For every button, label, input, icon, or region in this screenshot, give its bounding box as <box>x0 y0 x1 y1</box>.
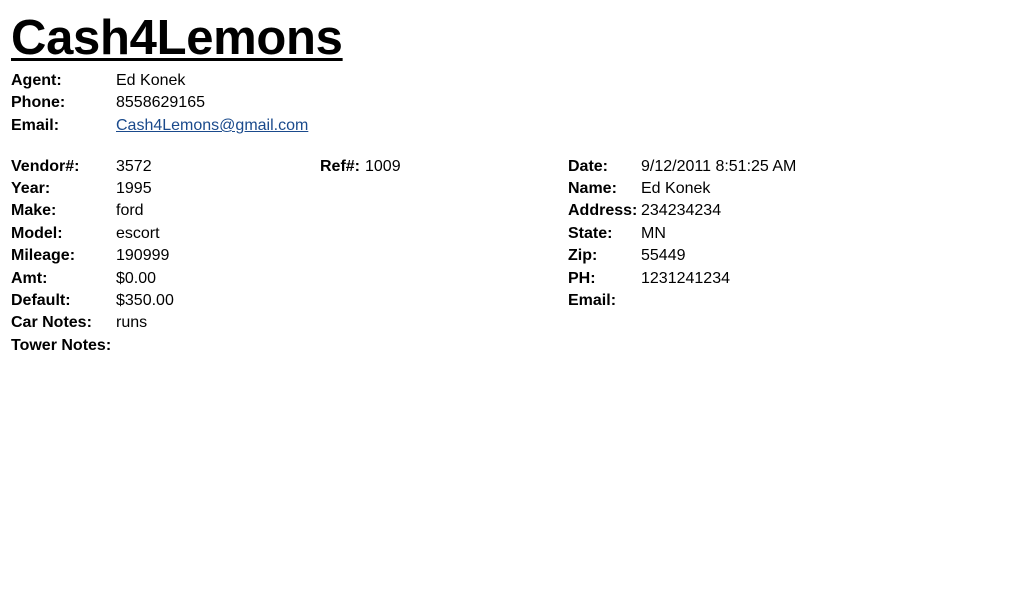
ref-value: 1009 <box>365 158 401 175</box>
address-row: Address: 234234234 <box>568 200 988 222</box>
default-row: Default: $350.00 <box>11 290 311 312</box>
mileage-label: Mileage: <box>11 247 76 264</box>
zip-row: Zip: 55449 <box>568 245 988 267</box>
state-label: State: <box>568 225 613 242</box>
customer-email-row: Email: <box>568 290 988 312</box>
vendor-label: Vendor#: <box>11 158 80 175</box>
ph-label: PH: <box>568 270 596 287</box>
model-row: Model: escort <box>11 223 311 245</box>
amt-label: Amt: <box>11 270 48 287</box>
email-link[interactable]: Cash4Lemons@gmail.com <box>116 115 308 137</box>
ph-value: 1231241234 <box>641 270 730 287</box>
model-value: escort <box>116 225 160 242</box>
ref-row: Ref#: 1009 <box>320 156 520 178</box>
make-row: Make: ford <box>11 200 311 222</box>
car-notes-row: Car Notes: runs <box>11 312 311 334</box>
date-row: Date: 9/12/2011 8:51:25 AM <box>568 156 988 178</box>
state-row: State: MN <box>568 223 988 245</box>
agent-row: Agent: Ed Konek <box>11 70 411 92</box>
default-label: Default: <box>11 292 71 309</box>
amt-row: Amt: $0.00 <box>11 268 311 290</box>
year-label: Year: <box>11 180 51 197</box>
tower-notes-label: Tower Notes: <box>11 337 112 354</box>
ref-label: Ref#: <box>320 158 361 175</box>
address-value: 234234234 <box>641 202 722 219</box>
year-value: 1995 <box>116 180 152 197</box>
customer-email-label: Email: <box>568 292 617 309</box>
phone-row: Phone: 8558629165 <box>11 92 411 114</box>
model-label: Model: <box>11 225 63 242</box>
state-value: MN <box>641 225 666 242</box>
default-value: $350.00 <box>116 292 174 309</box>
car-notes-label: Car Notes: <box>11 314 92 331</box>
name-label: Name: <box>568 180 617 197</box>
year-row: Year: 1995 <box>11 178 311 200</box>
agent-label: Agent: <box>11 72 62 89</box>
ph-row: PH: 1231241234 <box>568 268 988 290</box>
vendor-row: Vendor#: 3572 <box>11 156 311 178</box>
phone-value: 8558629165 <box>116 94 205 111</box>
phone-label: Phone: <box>11 94 66 111</box>
mileage-value: 190999 <box>116 247 170 264</box>
vendor-value: 3572 <box>116 158 152 175</box>
name-value: Ed Konek <box>641 180 711 197</box>
document-page: Cash4Lemons Agent: Ed Konek Phone: 85586… <box>0 0 1024 600</box>
name-row: Name: Ed Konek <box>568 178 988 200</box>
zip-value: 55449 <box>641 247 686 264</box>
make-label: Make: <box>11 202 57 219</box>
tower-notes-row: Tower Notes: <box>11 335 311 357</box>
zip-label: Zip: <box>568 247 598 264</box>
date-value: 9/12/2011 8:51:25 AM <box>641 158 797 175</box>
amt-value: $0.00 <box>116 270 157 287</box>
agent-value: Ed Konek <box>116 72 186 89</box>
date-label: Date: <box>568 158 609 175</box>
email-label: Email: <box>11 117 60 134</box>
address-label: Address: <box>568 202 638 219</box>
mileage-row: Mileage: 190999 <box>11 245 311 267</box>
car-notes-value: runs <box>116 314 148 331</box>
make-value: ford <box>116 202 144 219</box>
page-title: Cash4Lemons <box>11 11 343 65</box>
email-row: Email: Cash4Lemons@gmail.com <box>11 115 411 137</box>
